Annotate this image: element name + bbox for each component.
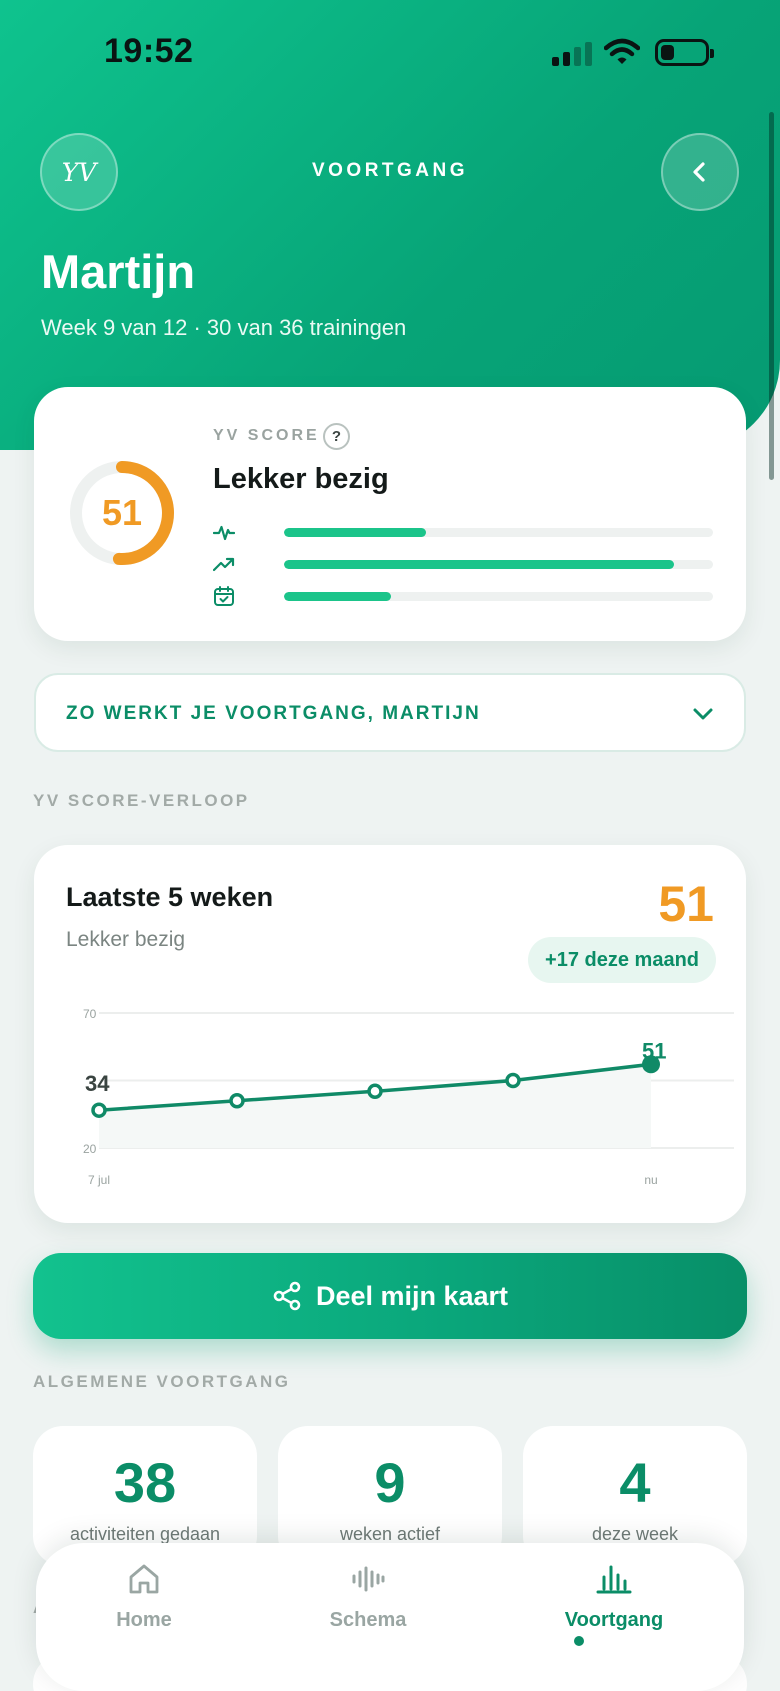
tab-label: Voortgang <box>564 1609 664 1631</box>
calendar-check-icon <box>213 585 235 607</box>
tab-voortgang[interactable]: Voortgang <box>514 1543 714 1691</box>
bottom-tab-bar: Home Schema Voortgang <box>36 1543 744 1691</box>
explainer-label: ZO WERKT JE VOORTGANG, MARTIJN <box>66 703 481 724</box>
score-line-chart: 70 20 34 51 7 jul nu <box>83 1007 734 1187</box>
activity-icon <box>213 521 235 543</box>
stat-label: weken actief <box>339 1524 441 1544</box>
y-tick-label: 70 <box>83 1007 97 1021</box>
battery-icon <box>655 39 714 66</box>
data-point <box>367 1083 383 1100</box>
score-trend-card: Laatste 5 weken Lekker bezig 51 +17 deze… <box>34 845 746 1223</box>
home-icon <box>127 1561 161 1597</box>
data-point <box>229 1093 245 1109</box>
stat-value: 38 <box>113 1451 177 1514</box>
section-label-general: ALGEMENE VOORTGANG <box>33 1372 291 1391</box>
tab-home[interactable]: Home <box>44 1543 244 1691</box>
metric-trend <box>213 553 713 575</box>
share-icon <box>273 1281 301 1311</box>
data-point <box>91 1102 107 1118</box>
score-value: 51 <box>101 492 143 533</box>
end-value-label: 51 <box>642 1038 666 1063</box>
tab-schema[interactable]: Schema <box>268 1543 468 1691</box>
signal-icon <box>552 42 592 66</box>
section-label-trend: YV SCORE-VERLOOP <box>33 791 250 810</box>
share-card-button[interactable]: Deel mijn kaart <box>33 1253 747 1339</box>
share-button-label: Deel mijn kaart <box>315 1280 509 1311</box>
back-button[interactable] <box>661 133 739 211</box>
metric-bar-fill <box>284 528 426 537</box>
help-icon[interactable]: ? <box>323 423 350 450</box>
progress-explainer-toggle[interactable]: ZO WERKT JE VOORTGANG, MARTIJN <box>34 673 746 752</box>
data-point <box>505 1072 521 1089</box>
stat-label: activiteiten gedaan <box>69 1524 221 1544</box>
progress-subtitle: Week 9 van 12 · 30 van 36 trainingen <box>41 315 407 340</box>
stat-label: deze week <box>591 1524 679 1544</box>
active-tab-indicator <box>574 1636 584 1646</box>
status-time: 19:52 <box>104 32 194 70</box>
bar-chart-icon <box>596 1561 632 1597</box>
stat-value: 9 <box>374 1451 406 1514</box>
metric-bar-fill <box>284 560 675 569</box>
start-value-label: 34 <box>85 1071 110 1096</box>
score-label: YV SCORE <box>213 427 320 444</box>
wifi-icon <box>604 38 640 64</box>
chevron-left-icon <box>693 162 705 182</box>
y-tick-label: 20 <box>83 1142 97 1156</box>
waveform-icon <box>351 1561 385 1597</box>
chevron-down-icon <box>693 708 713 720</box>
tab-label: Schema <box>329 1609 407 1631</box>
score-status: Lekker bezig <box>213 463 389 495</box>
stat-value: 4 <box>619 1451 651 1514</box>
x-tick-label: 7 jul <box>88 1173 110 1187</box>
x-tick-label: nu <box>644 1173 657 1187</box>
metric-bar-fill <box>284 592 392 601</box>
status-bar: 19:52 <box>0 0 780 100</box>
trending-up-icon <box>213 553 235 575</box>
metric-activity <box>213 521 713 543</box>
yv-score-card[interactable]: 51 YV SCORE ? Lekker bezig <box>34 387 746 641</box>
metric-schedule <box>213 585 713 607</box>
tab-label: Home <box>116 1609 172 1631</box>
user-name: Martijn <box>41 245 196 298</box>
